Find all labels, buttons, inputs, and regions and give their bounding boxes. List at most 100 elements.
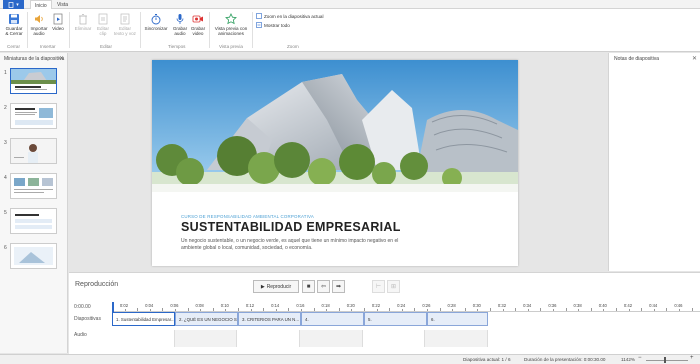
ruler-tick-mark: [162, 308, 164, 311]
ruler-tick-label: 0:34: [523, 303, 532, 308]
ruler-tick-mark: [477, 309, 479, 311]
play-button[interactable]: ▶ Reproducir: [253, 280, 299, 293]
slide-notes-panel[interactable]: Notas de diapositiva ✕: [608, 53, 700, 271]
remove-button[interactable]: Eliminar: [73, 12, 93, 31]
zoom-slider-handle[interactable]: [664, 357, 666, 363]
tab-view-label: Vista: [57, 2, 69, 8]
ruler-tick-mark: [338, 308, 340, 311]
video-file-icon: [52, 12, 65, 25]
ribbon: Guardar & Cerrar Cerrar Importar audio V…: [0, 9, 700, 52]
previous-slide-button[interactable]: ⇦: [317, 280, 330, 293]
thumbnail-number: 1: [4, 70, 7, 76]
split-button[interactable]: ⊢: [372, 280, 385, 293]
slides-track: 1. Sustentabilidad Empresar... 2. ¿QUÉ E…: [112, 312, 488, 326]
slides-row-label: Diapositivas: [74, 316, 101, 322]
zoom-in-icon[interactable]: +: [690, 355, 694, 361]
ruler-tick-mark: [313, 308, 315, 311]
thumbnail-image: [10, 173, 57, 199]
thumbnail-number: 3: [4, 140, 7, 146]
slide-clip-2[interactable]: 2. ¿QUÉ ES UN NEGOCIO S...: [175, 312, 238, 326]
ruler-tick-mark: [502, 309, 504, 311]
arrow-left-icon: ⇦: [320, 284, 327, 290]
ruler-tick-mark: [553, 309, 554, 311]
close-icon[interactable]: ✕: [692, 55, 697, 62]
thumbnails-panel-title: Miniaturas de la diapositiva: [4, 56, 65, 62]
group-label-preview: Vista previa: [219, 44, 243, 49]
video-button[interactable]: Video: [50, 12, 66, 31]
slide-clip-3[interactable]: 3. CRITERIOS PARA UN N...: [238, 312, 301, 326]
slide-kicker: CURSO DE RESPONSABILIDAD AMBIENTAL CORPO…: [181, 214, 314, 219]
slide-clip-5[interactable]: 5.: [364, 312, 427, 326]
zoom-current-slide-button[interactable]: Zoom en la diapositiva actual: [256, 13, 324, 19]
slide-notes-title: Notas de diapositiva: [614, 56, 660, 62]
thumbnail-slide-1[interactable]: 1: [0, 68, 68, 96]
ruler-tick-label: 0:30: [472, 303, 481, 308]
record-video-button[interactable]: Grabar video: [189, 12, 207, 36]
ruler-tick-label: 0:46: [674, 303, 683, 308]
preview-animations-button[interactable]: Vista previa con animaciones: [212, 12, 250, 36]
slide-clip-6[interactable]: 6.: [427, 312, 488, 326]
current-slide-status: Diapositiva actual: 1 / 6: [463, 357, 511, 362]
thumbnail-slide-3[interactable]: 3: [0, 138, 68, 166]
tab-home-label: Inicio: [35, 2, 47, 9]
save-close-button[interactable]: Guardar & Cerrar: [3, 12, 25, 36]
thumbnail-image: [10, 138, 57, 164]
thumbnail-image: [10, 103, 57, 129]
ruler-tick-mark: [691, 308, 693, 311]
video-label: Video: [52, 26, 64, 31]
group-label-zoom: Zoom: [287, 44, 299, 49]
zoom-slide-icon: [256, 13, 262, 19]
close-icon[interactable]: ✕: [59, 55, 64, 62]
ruler-tick-mark: [200, 309, 202, 311]
ruler-tick-label: 0:22: [371, 303, 381, 308]
ruler-tick-mark: [679, 309, 680, 311]
sync-button[interactable]: Sincronizar: [143, 12, 169, 31]
audio-track[interactable]: [112, 330, 489, 347]
edit-clip-button[interactable]: Editar clip: [95, 12, 111, 36]
zoom-slider[interactable]: [646, 360, 688, 361]
trash-icon: [77, 12, 90, 25]
ruler-tick-mark: [137, 308, 139, 311]
ruler-tick-label: 0:08: [195, 303, 204, 308]
slide-preview[interactable]: CURSO DE RESPONSABILIDAD AMBIENTAL CORPO…: [152, 60, 518, 266]
file-menu-button[interactable]: ▾: [3, 0, 24, 9]
ruler-tick-mark: [401, 309, 403, 311]
speaker-icon: [33, 12, 46, 25]
group-separator: [140, 12, 141, 48]
record-audio-button[interactable]: Grabar audio: [171, 12, 189, 36]
merge-button[interactable]: ⊞: [387, 280, 400, 293]
thumbnail-number: 4: [4, 175, 7, 181]
import-audio-button[interactable]: Importar audio: [28, 12, 50, 36]
slide-clip-4[interactable]: 4.: [301, 312, 364, 326]
thumbnail-slide-5[interactable]: 5: [0, 208, 68, 236]
edit-text-voice-button[interactable]: Editar texto y voz: [112, 12, 138, 36]
thumbnail-slide-6[interactable]: 6: [0, 243, 68, 271]
timeline-ruler[interactable]: 0:02 0:04 0:06 0:08 0:10 0:12 0:14 0:16 0:18 0:20…: [112, 301, 700, 312]
ruler-tick-mark: [641, 308, 643, 311]
import-audio-label: Importar audio: [30, 26, 48, 36]
show-all-button[interactable]: Mostrar todo: [256, 22, 290, 28]
edit-clip-icon: [97, 12, 110, 25]
thumbnail-slide-4[interactable]: 4: [0, 173, 68, 201]
thumbnail-number: 6: [4, 245, 7, 251]
thumbnail-slide-2[interactable]: 2: [0, 103, 68, 131]
ruler-tick-label: 0:26: [422, 303, 431, 308]
show-all-icon: [256, 22, 262, 28]
zoom-out-icon[interactable]: −: [638, 355, 642, 361]
ruler-tick-mark: [616, 308, 617, 311]
ruler-tick-mark: [590, 308, 592, 311]
stop-button[interactable]: ■: [302, 280, 315, 293]
slide-clip-1[interactable]: 1. Sustentabilidad Empresar...: [112, 312, 175, 326]
file-icon: [8, 1, 14, 8]
ruler-tick-mark: [603, 309, 605, 311]
microphone-icon: [174, 12, 187, 25]
slide-canvas: CURSO DE RESPONSABILIDAD AMBIENTAL CORPO…: [69, 53, 608, 271]
ruler-tick-mark: [389, 308, 391, 311]
thumbnail-number: 2: [4, 105, 7, 111]
audio-cell: [112, 330, 175, 347]
next-slide-button[interactable]: ➡: [332, 280, 345, 293]
sync-label: Sincronizar: [144, 26, 168, 31]
group-label-edit: Editar: [100, 44, 113, 49]
ruler-tick-mark: [263, 308, 265, 311]
arrow-right-icon: ➡: [335, 284, 342, 290]
